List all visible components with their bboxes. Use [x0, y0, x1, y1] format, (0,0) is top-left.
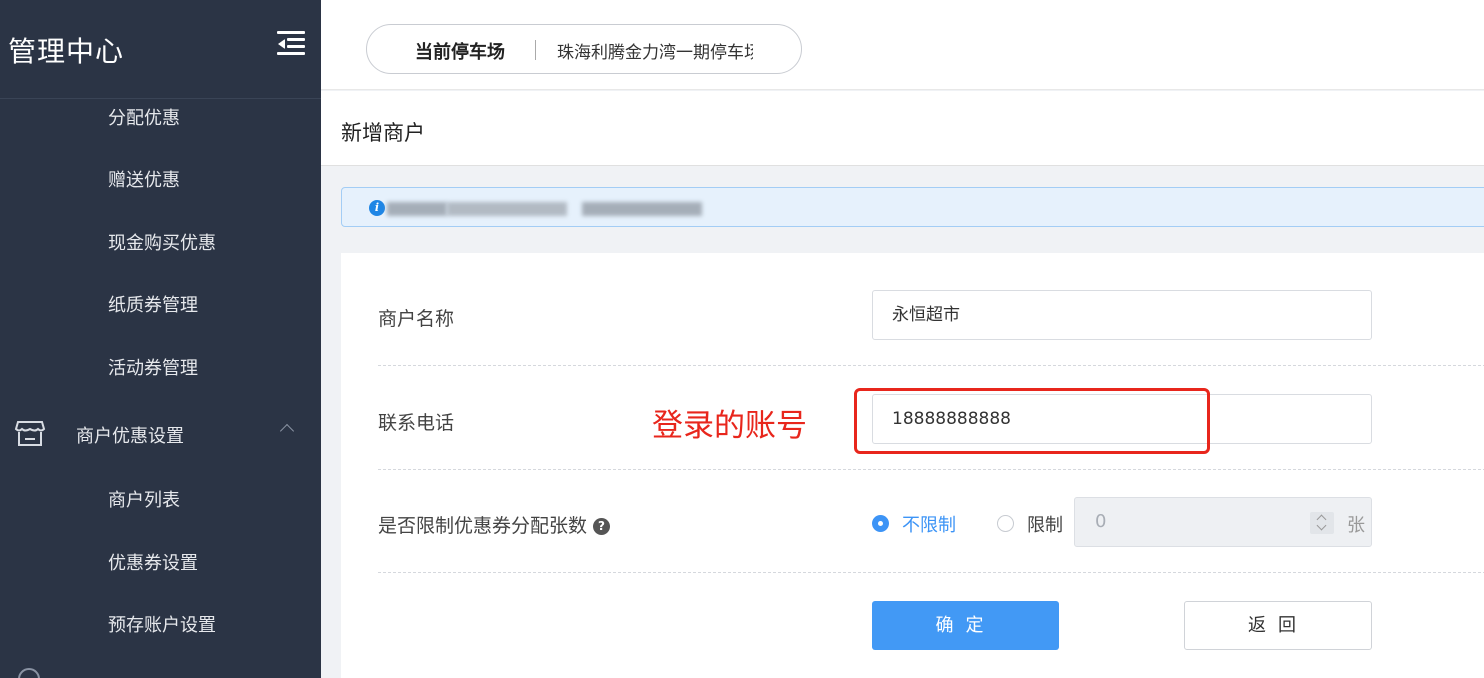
info-icon: i — [369, 200, 385, 216]
help-icon[interactable]: ? — [593, 518, 611, 535]
sidebar: 管理中心 分配优惠 赠送优惠 现金购买优惠 纸质券管理 活动券管理 商户优惠设置… — [0, 0, 321, 678]
annotation-highlight-box — [854, 388, 1210, 454]
confirm-button[interactable]: 确定 — [872, 601, 1059, 650]
row-divider — [378, 572, 1484, 573]
page-title: 新增商户 — [341, 121, 425, 145]
sidebar-divider — [0, 98, 321, 99]
merchant-name-label: 商户名称 — [378, 308, 455, 330]
row-divider — [378, 365, 1484, 366]
sidebar-item-allocate-discount[interactable]: 分配优惠 — [108, 104, 180, 130]
back-button[interactable]: 返回 — [1184, 601, 1372, 650]
parking-lot-selector[interactable]: 当前停车场 珠海利腾金力湾一期停车场 — [366, 24, 802, 74]
stepper-icon[interactable] — [1310, 512, 1334, 534]
brand-title: 管理中心 — [8, 35, 125, 68]
page-title-bar: 新增商户 — [321, 91, 1484, 166]
radio-limited-label[interactable]: 限制 — [1027, 511, 1063, 537]
sidebar-item-cash-purchase[interactable]: 现金购买优惠 — [108, 229, 216, 255]
chevron-up-icon — [279, 423, 295, 439]
phone-label: 联系电话 — [378, 412, 455, 434]
annotation-text: 登录的账号 — [652, 408, 807, 444]
row-divider — [378, 469, 1484, 470]
sidebar-item-gift-discount[interactable]: 赠送优惠 — [108, 166, 180, 192]
radio-limited[interactable] — [997, 515, 1014, 532]
top-header: 当前停车场 珠海利腾金力湾一期停车场 — [321, 0, 1484, 90]
menu-collapse-icon[interactable] — [277, 30, 305, 56]
radio-unlimited-label[interactable]: 不限制 — [902, 511, 956, 537]
coupon-count-input[interactable]: 0 张 — [1074, 497, 1372, 547]
sidebar-item-prepaid-account[interactable]: 预存账户设置 — [108, 611, 216, 637]
sidebar-group-merchant-settings[interactable]: 商户优惠设置 — [0, 412, 321, 456]
radio-unlimited[interactable] — [872, 515, 889, 532]
blurred-text — [582, 202, 702, 216]
sidebar-item-paper-coupon[interactable]: 纸质券管理 — [108, 291, 198, 317]
coupon-count-value: 0 — [1095, 511, 1107, 532]
blurred-text — [387, 202, 447, 216]
menu-item-icon — [18, 668, 40, 678]
coupon-limit-label: 是否限制优惠券分配张数? — [378, 511, 611, 538]
store-icon — [14, 421, 46, 446]
lot-label: 当前停车场 — [415, 42, 505, 63]
info-alert: i — [341, 187, 1484, 227]
sidebar-item-coupon-settings[interactable]: 优惠券设置 — [108, 549, 198, 575]
sidebar-item-activity-coupon[interactable]: 活动券管理 — [108, 354, 198, 380]
sidebar-item-merchant-list[interactable]: 商户列表 — [108, 486, 180, 512]
coupon-count-unit: 张 — [1347, 515, 1365, 536]
merchant-form: 商户名称 永恒超市 联系电话 18888888888 是否限制优惠券分配张数? … — [341, 253, 1484, 678]
lot-separator — [535, 40, 536, 60]
blurred-text — [447, 202, 567, 216]
coupon-limit-label-text: 是否限制优惠券分配张数 — [378, 515, 588, 537]
sidebar-group-label: 商户优惠设置 — [76, 426, 184, 447]
merchant-name-input[interactable]: 永恒超市 — [872, 290, 1372, 340]
lot-value: 珠海利腾金力湾一期停车场 — [557, 43, 753, 62]
